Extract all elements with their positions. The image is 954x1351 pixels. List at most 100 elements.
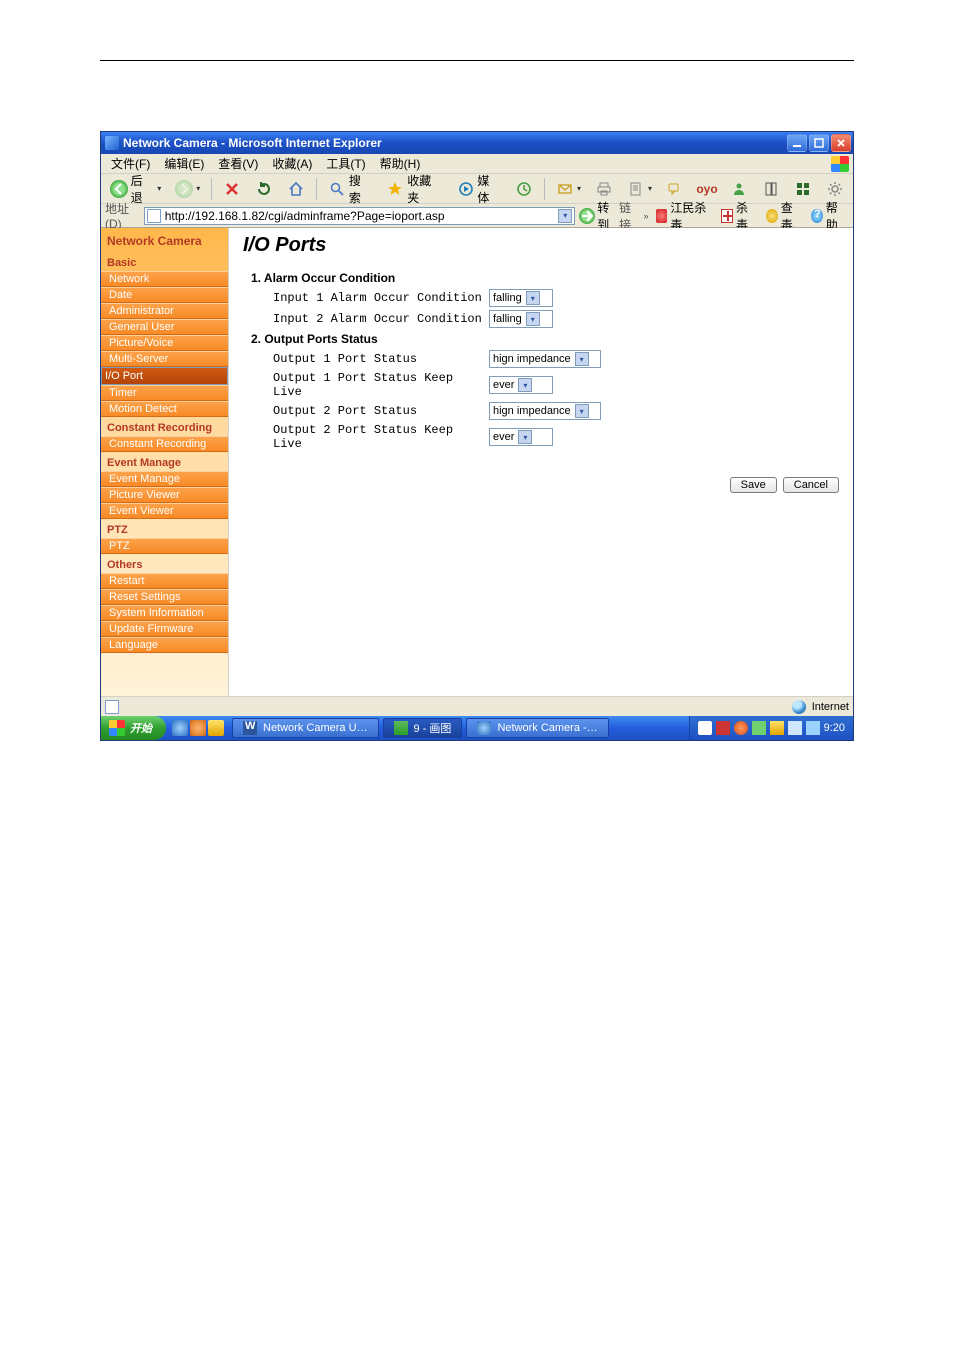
ie-icon xyxy=(105,136,119,150)
forward-arrow-icon xyxy=(175,180,193,198)
sidebar-group-basic: Basic xyxy=(101,252,228,271)
quick-desktop-icon[interactable] xyxy=(190,720,206,736)
tray-clock: 9:20 xyxy=(824,722,845,734)
tray-network-icon[interactable] xyxy=(788,721,802,735)
output1-keep-select[interactable]: ever ▾ xyxy=(489,376,553,394)
sidebar-item-motion-detect[interactable]: Motion Detect xyxy=(101,401,228,417)
discuss-button[interactable] xyxy=(661,178,689,200)
menu-edit[interactable]: 编辑(E) xyxy=(158,153,210,174)
sidebar-item-picture-viewer[interactable]: Picture Viewer xyxy=(101,487,228,503)
separator xyxy=(211,178,212,200)
page-icon xyxy=(147,209,161,223)
start-button[interactable]: 开始 xyxy=(101,716,166,740)
output2-keep-select[interactable]: ever ▾ xyxy=(489,428,553,446)
sidebar-item-reset-settings[interactable]: Reset Settings xyxy=(101,589,228,605)
messenger-button[interactable] xyxy=(725,178,753,200)
output1-value: hign impedance xyxy=(493,353,571,365)
address-dropdown-icon[interactable]: ▾ xyxy=(558,209,572,223)
sidebar-item-multi-server[interactable]: Multi-Server xyxy=(101,351,228,367)
research-button[interactable] xyxy=(757,178,785,200)
sidebar-item-timer[interactable]: Timer xyxy=(101,385,228,401)
quick-folder-icon[interactable] xyxy=(208,720,224,736)
favorites-button[interactable]: 收藏夹 xyxy=(382,178,448,200)
extra-button-1[interactable] xyxy=(789,178,817,200)
print-icon xyxy=(595,180,613,198)
sidebar-item-system-information[interactable]: System Information xyxy=(101,605,228,621)
back-button[interactable]: 后退 ▾ xyxy=(105,178,166,200)
dropdown-icon: ▾ xyxy=(575,404,589,418)
taskbar-task-paint[interactable]: 9 - 画图 xyxy=(383,718,463,738)
sidebar-item-update-firmware[interactable]: Update Firmware xyxy=(101,621,228,637)
sidebar-item-network[interactable]: Network xyxy=(101,271,228,287)
media-button[interactable]: 媒体 xyxy=(452,178,506,200)
scan-icon xyxy=(766,209,778,223)
oyo-button[interactable]: oyo xyxy=(693,178,721,200)
home-button[interactable] xyxy=(282,178,310,200)
taskbar-task-ie[interactable]: Network Camera -… xyxy=(466,718,608,738)
sidebar-item-picture-voice[interactable]: Picture/Voice xyxy=(101,335,228,351)
sidebar-item-event-manage[interactable]: Event Manage xyxy=(101,471,228,487)
sidebar-group-event-manage: Event Manage xyxy=(101,452,228,471)
tray-ime-icon[interactable] xyxy=(698,721,712,735)
sidebar: Network Camera Basic Network Date Admini… xyxy=(101,228,229,696)
sidebar-item-event-viewer[interactable]: Event Viewer xyxy=(101,503,228,519)
sidebar-item-restart[interactable]: Restart xyxy=(101,573,228,589)
taskbar: 开始 Network Camera U… 9 - 画图 Network Came… xyxy=(101,716,853,740)
minimize-button[interactable] xyxy=(787,134,807,152)
refresh-icon xyxy=(255,180,273,198)
system-tray: 9:20 xyxy=(689,716,853,740)
input2-select[interactable]: falling ▾ xyxy=(489,310,553,328)
dropdown-icon: ▾ xyxy=(196,184,200,193)
status-bar: Internet xyxy=(101,696,853,716)
dropdown-icon: ▾ xyxy=(526,312,540,326)
cancel-button[interactable]: Cancel xyxy=(783,477,839,493)
save-button[interactable]: Save xyxy=(730,477,777,493)
tray-shield-icon[interactable] xyxy=(770,721,784,735)
history-icon xyxy=(515,180,533,198)
mail-button[interactable]: ▾ xyxy=(551,178,586,200)
task-ie-label: Network Camera -… xyxy=(497,722,597,734)
taskbar-task-word[interactable]: Network Camera U… xyxy=(232,718,379,738)
sidebar-item-io-port[interactable]: I/O Port xyxy=(101,367,228,385)
sidebar-item-general-user[interactable]: General User xyxy=(101,319,228,335)
menu-view[interactable]: 查看(V) xyxy=(212,153,264,174)
edit-button[interactable]: ▾ xyxy=(622,178,657,200)
extra-button-2[interactable] xyxy=(821,178,849,200)
menu-favorites[interactable]: 收藏(A) xyxy=(266,153,318,174)
go-arrow-icon xyxy=(579,208,595,224)
sidebar-item-constant-recording[interactable]: Constant Recording xyxy=(101,436,228,452)
stop-button[interactable] xyxy=(218,178,246,200)
address-input[interactable]: http://192.168.1.82/cgi/adminframe?Page=… xyxy=(144,207,576,225)
sidebar-item-administrator[interactable]: Administrator xyxy=(101,303,228,319)
kill-icon xyxy=(721,209,733,223)
research-icon xyxy=(762,180,780,198)
tray-volume-icon[interactable] xyxy=(806,721,820,735)
tray-update-icon[interactable] xyxy=(752,721,766,735)
print-button[interactable] xyxy=(590,178,618,200)
media-icon xyxy=(457,180,475,198)
refresh-button[interactable] xyxy=(250,178,278,200)
output1-select[interactable]: hign impedance ▾ xyxy=(489,350,601,368)
output2-value: hign impedance xyxy=(493,405,571,417)
output2-keep-label: Output 2 Port Status Keep Live xyxy=(273,423,483,451)
sidebar-item-language[interactable]: Language xyxy=(101,637,228,653)
gear-icon xyxy=(826,180,844,198)
forward-button[interactable]: ▾ xyxy=(170,178,205,200)
close-button[interactable] xyxy=(831,134,851,152)
input1-select[interactable]: falling ▾ xyxy=(489,289,553,307)
input1-value: falling xyxy=(493,292,522,304)
media-label: 媒体 xyxy=(477,172,501,206)
links-chevron-icon[interactable]: » xyxy=(644,211,649,221)
start-label: 开始 xyxy=(130,720,152,736)
maximize-button[interactable] xyxy=(809,134,829,152)
tray-av-icon[interactable] xyxy=(734,721,748,735)
output2-select[interactable]: hign impedance ▾ xyxy=(489,402,601,420)
sidebar-item-date[interactable]: Date xyxy=(101,287,228,303)
tray-lang-icon[interactable] xyxy=(716,721,730,735)
search-button[interactable]: 搜索 xyxy=(323,178,377,200)
sidebar-item-ptz[interactable]: PTZ xyxy=(101,538,228,554)
quick-ie-icon[interactable] xyxy=(172,720,188,736)
task-paint-label: 9 - 画图 xyxy=(414,720,452,736)
history-button[interactable] xyxy=(510,178,538,200)
sidebar-group-ptz: PTZ xyxy=(101,519,228,538)
